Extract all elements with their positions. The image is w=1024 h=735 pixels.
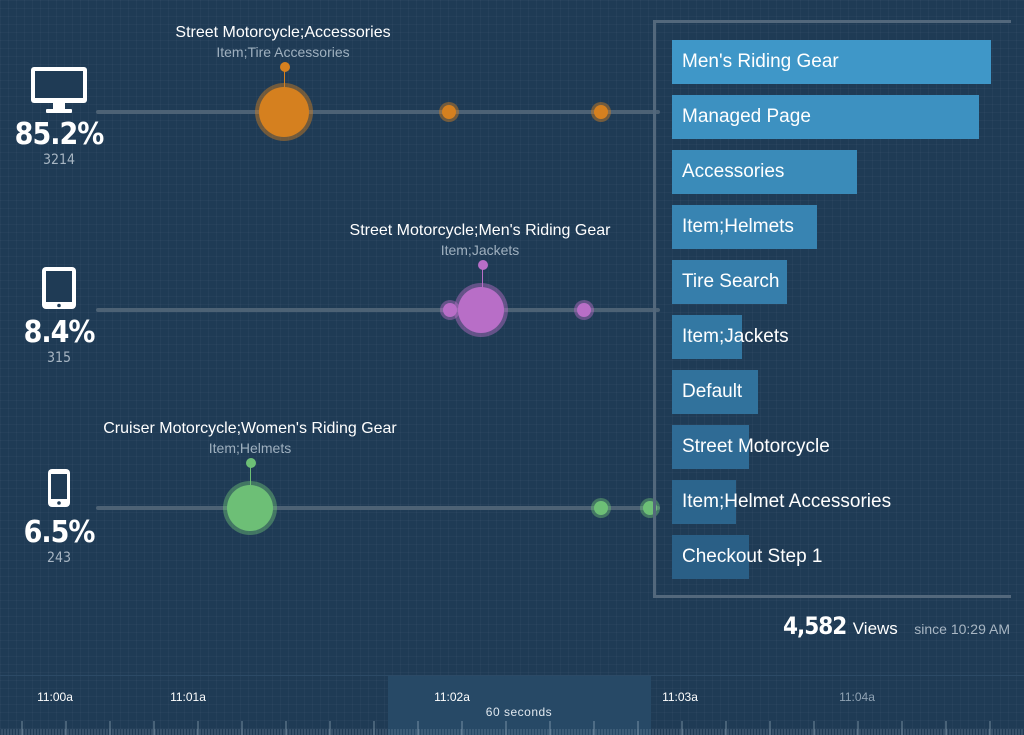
top-page-label: Item;Helmet Accessories — [682, 491, 892, 512]
top-page-bar[interactable]: Men's Riding Gear — [672, 40, 991, 84]
mobile-percent: 6.5% — [23, 515, 96, 550]
time-scrubber[interactable]: 11:00a 11:01a 11:02a 11:03a 11:04a 60 se… — [0, 675, 1024, 735]
mobile-callout: Cruiser Motorcycle;Women's Riding Gear I… — [103, 419, 397, 457]
top-page-label: Checkout Step 1 — [682, 546, 823, 567]
mobile-activity-dot[interactable] — [594, 501, 608, 515]
time-label: 11:04a — [839, 690, 875, 704]
mobile-callout-pin — [246, 458, 256, 468]
mobile-stat: 6.5% 243 — [0, 468, 118, 566]
top-page-bar[interactable]: Street Motorcycle — [672, 425, 830, 469]
smartphone-icon — [0, 468, 118, 508]
views-count: 4,582 — [783, 612, 847, 640]
mobile-timeline-track — [96, 506, 660, 510]
top-page-label: Men's Riding Gear — [682, 51, 839, 72]
top-page-label: Street Motorcycle — [682, 436, 830, 457]
mobile-callout-stem — [250, 466, 251, 486]
top-page-bar[interactable]: Item;Helmet Accessories — [672, 480, 891, 524]
top-page-label: Item;Helmets — [682, 216, 794, 237]
views-summary: 4,582 Views since 10:29 AM — [783, 612, 1010, 640]
top-page-bar[interactable]: Item;Jackets — [672, 315, 789, 359]
top-page-bar[interactable]: Managed Page — [672, 95, 979, 139]
mobile-count: 243 — [46, 550, 72, 566]
top-page-label: Tire Search — [682, 271, 780, 292]
mobile-lane: 6.5% 243 Cruiser Motorcycle;Women's Ridi… — [0, 0, 660, 600]
time-label: 11:02a — [434, 690, 470, 704]
top-page-label: Managed Page — [682, 106, 811, 127]
mobile-callout-subtitle: Item;Helmets — [208, 440, 292, 456]
top-page-bar[interactable]: Checkout Step 1 — [672, 535, 822, 579]
views-label: Views — [852, 619, 898, 638]
time-label: 11:01a — [170, 690, 206, 704]
mobile-callout-title: Cruiser Motorcycle;Women's Riding Gear — [103, 420, 397, 437]
time-window-label: 60 seconds — [485, 705, 553, 719]
top-page-label: Item;Jackets — [682, 326, 789, 347]
top-page-bar[interactable]: Tire Search — [672, 260, 787, 304]
top-page-bar[interactable]: Accessories — [672, 150, 857, 194]
time-label: 11:00a — [37, 690, 73, 704]
time-label: 11:03a — [662, 690, 698, 704]
mobile-activity-bubble-large[interactable] — [227, 485, 273, 531]
top-page-label: Accessories — [682, 161, 785, 182]
top-page-bar[interactable]: Default — [672, 370, 758, 414]
views-since: since 10:29 AM — [914, 621, 1010, 637]
top-page-label: Default — [682, 381, 743, 402]
top-page-bar[interactable]: Item;Helmets — [672, 205, 817, 249]
time-ticks — [1, 721, 1023, 735]
